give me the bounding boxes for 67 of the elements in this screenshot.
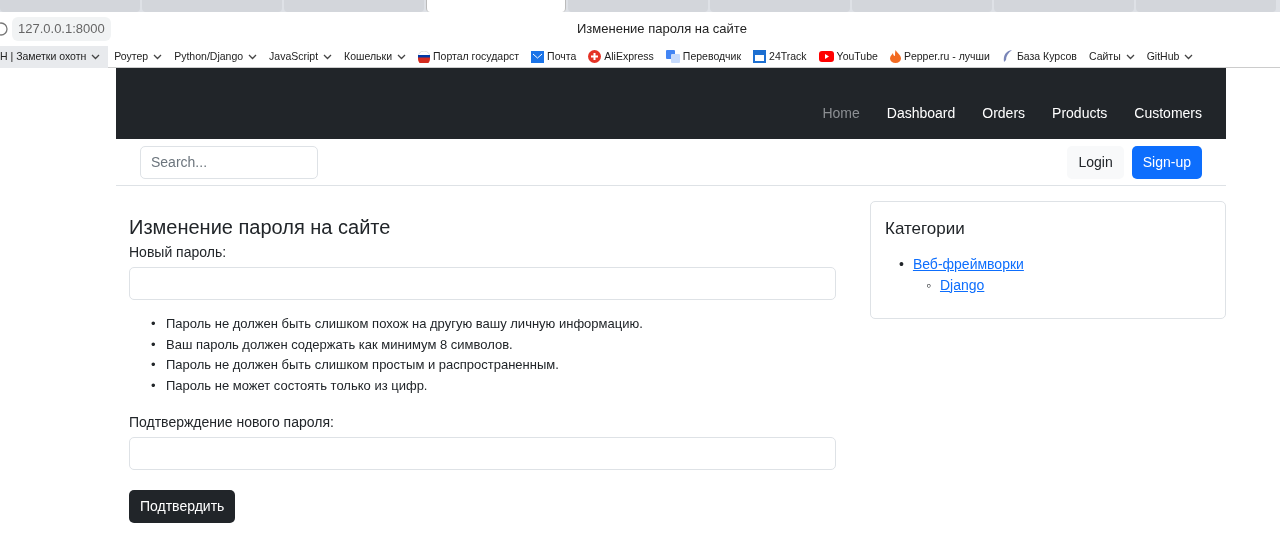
bookmark-folder[interactable]: Python/Django: [168, 45, 264, 68]
nav-link[interactable]: Products: [1052, 103, 1108, 124]
category-link[interactable]: Веб-фреймворки: [912, 255, 1024, 272]
help-text: Пароль не должен быть слишком простым и распространенным.: [166, 356, 559, 374]
bookmark-folder[interactable]: Роутер: [108, 45, 169, 68]
play-icon: [818, 51, 834, 62]
card-title: Категории: [885, 218, 966, 240]
browser-tab[interactable]: [1136, 0, 1276, 12]
category-link[interactable]: Django: [939, 276, 985, 293]
bullet: •: [151, 315, 156, 333]
star-circle-icon: [588, 50, 602, 63]
browser-tab[interactable]: [568, 0, 708, 12]
browser-tab[interactable]: [710, 0, 850, 12]
chevron-down-icon: [1184, 53, 1194, 60]
bookmark-link[interactable]: Переводчик: [659, 45, 748, 68]
browser-tab[interactable]: [426, 0, 566, 12]
browser-tab[interactable]: [284, 0, 424, 12]
bookmark-folder[interactable]: GitHub: [1140, 45, 1200, 68]
bullet: •: [151, 356, 156, 374]
chevron-down-icon: [91, 53, 101, 60]
field-label: Новый пароль:: [129, 243, 228, 262]
translate-icon: [665, 50, 680, 63]
page-title: Изменение пароля на сайте: [577, 20, 747, 39]
bookmark-link[interactable]: Портал государст: [412, 45, 526, 68]
browser-tab[interactable]: [852, 0, 992, 12]
bookmark-folder[interactable]: Кошельки: [338, 45, 413, 68]
nav-link[interactable]: Dashboard: [886, 103, 956, 124]
bookmark-link[interactable]: YouTube: [812, 45, 884, 68]
browser-tab[interactable]: [0, 0, 140, 12]
field-label: Подтверждение нового пароля:: [129, 413, 335, 432]
bookmark-folder[interactable]: Сайты: [1082, 45, 1141, 68]
signup-button[interactable]: Sign-up: [1131, 145, 1202, 179]
nav-link[interactable]: Customers: [1134, 103, 1202, 124]
bookmark-folder[interactable]: JavaScript: [263, 45, 339, 68]
nav-link[interactable]: Home: [822, 103, 860, 124]
bookmark-link[interactable]: Pepper.ru - лучши: [883, 45, 996, 68]
chevron-down-icon: [1125, 53, 1135, 60]
password-field[interactable]: [129, 267, 836, 300]
browser-tab[interactable]: [142, 0, 282, 12]
mail-icon: [531, 50, 545, 63]
flame-icon: [889, 50, 901, 63]
form-title: Изменение пароля на сайте: [129, 215, 392, 240]
nav-link[interactable]: Orders: [982, 103, 1026, 124]
chevron-down-icon: [153, 53, 163, 60]
bookmark-folder[interactable]: Н | Заметки охотн: [0, 45, 109, 68]
address-bar[interactable]: 127.0.0.1:8000: [12, 17, 111, 41]
bookmark-link[interactable]: AliExpress: [582, 45, 660, 68]
search-field[interactable]: Search...: [140, 145, 318, 179]
bookmark-link[interactable]: Почта: [525, 45, 583, 68]
bullet: •: [151, 376, 156, 395]
chevron-down-icon: [248, 53, 258, 60]
password-confirm-field[interactable]: [129, 437, 836, 470]
bookmark-link[interactable]: 24Track: [747, 45, 813, 68]
help-text: Пароль не должен быть слишком похож на другую вашу личную информацию.: [166, 315, 643, 333]
chevron-down-icon: [323, 53, 333, 60]
bullet: •: [899, 255, 904, 272]
help-text: Ваш пароль должен содержать как минимум 8 символов.: [166, 335, 513, 354]
login-button[interactable]: Login: [1067, 145, 1124, 179]
calendar-icon: [753, 50, 767, 63]
help-text: Пароль не может состоять только из цифр.: [166, 376, 428, 395]
bullet: ◦: [926, 276, 931, 293]
browser-tab[interactable]: [994, 0, 1134, 12]
submit-button[interactable]: Подтвердить: [129, 490, 236, 523]
chevron-down-icon: [397, 53, 407, 60]
flag-icon: [418, 50, 431, 63]
bullet: •: [151, 335, 156, 354]
bookmark-link[interactable]: База Курсов: [995, 45, 1083, 68]
